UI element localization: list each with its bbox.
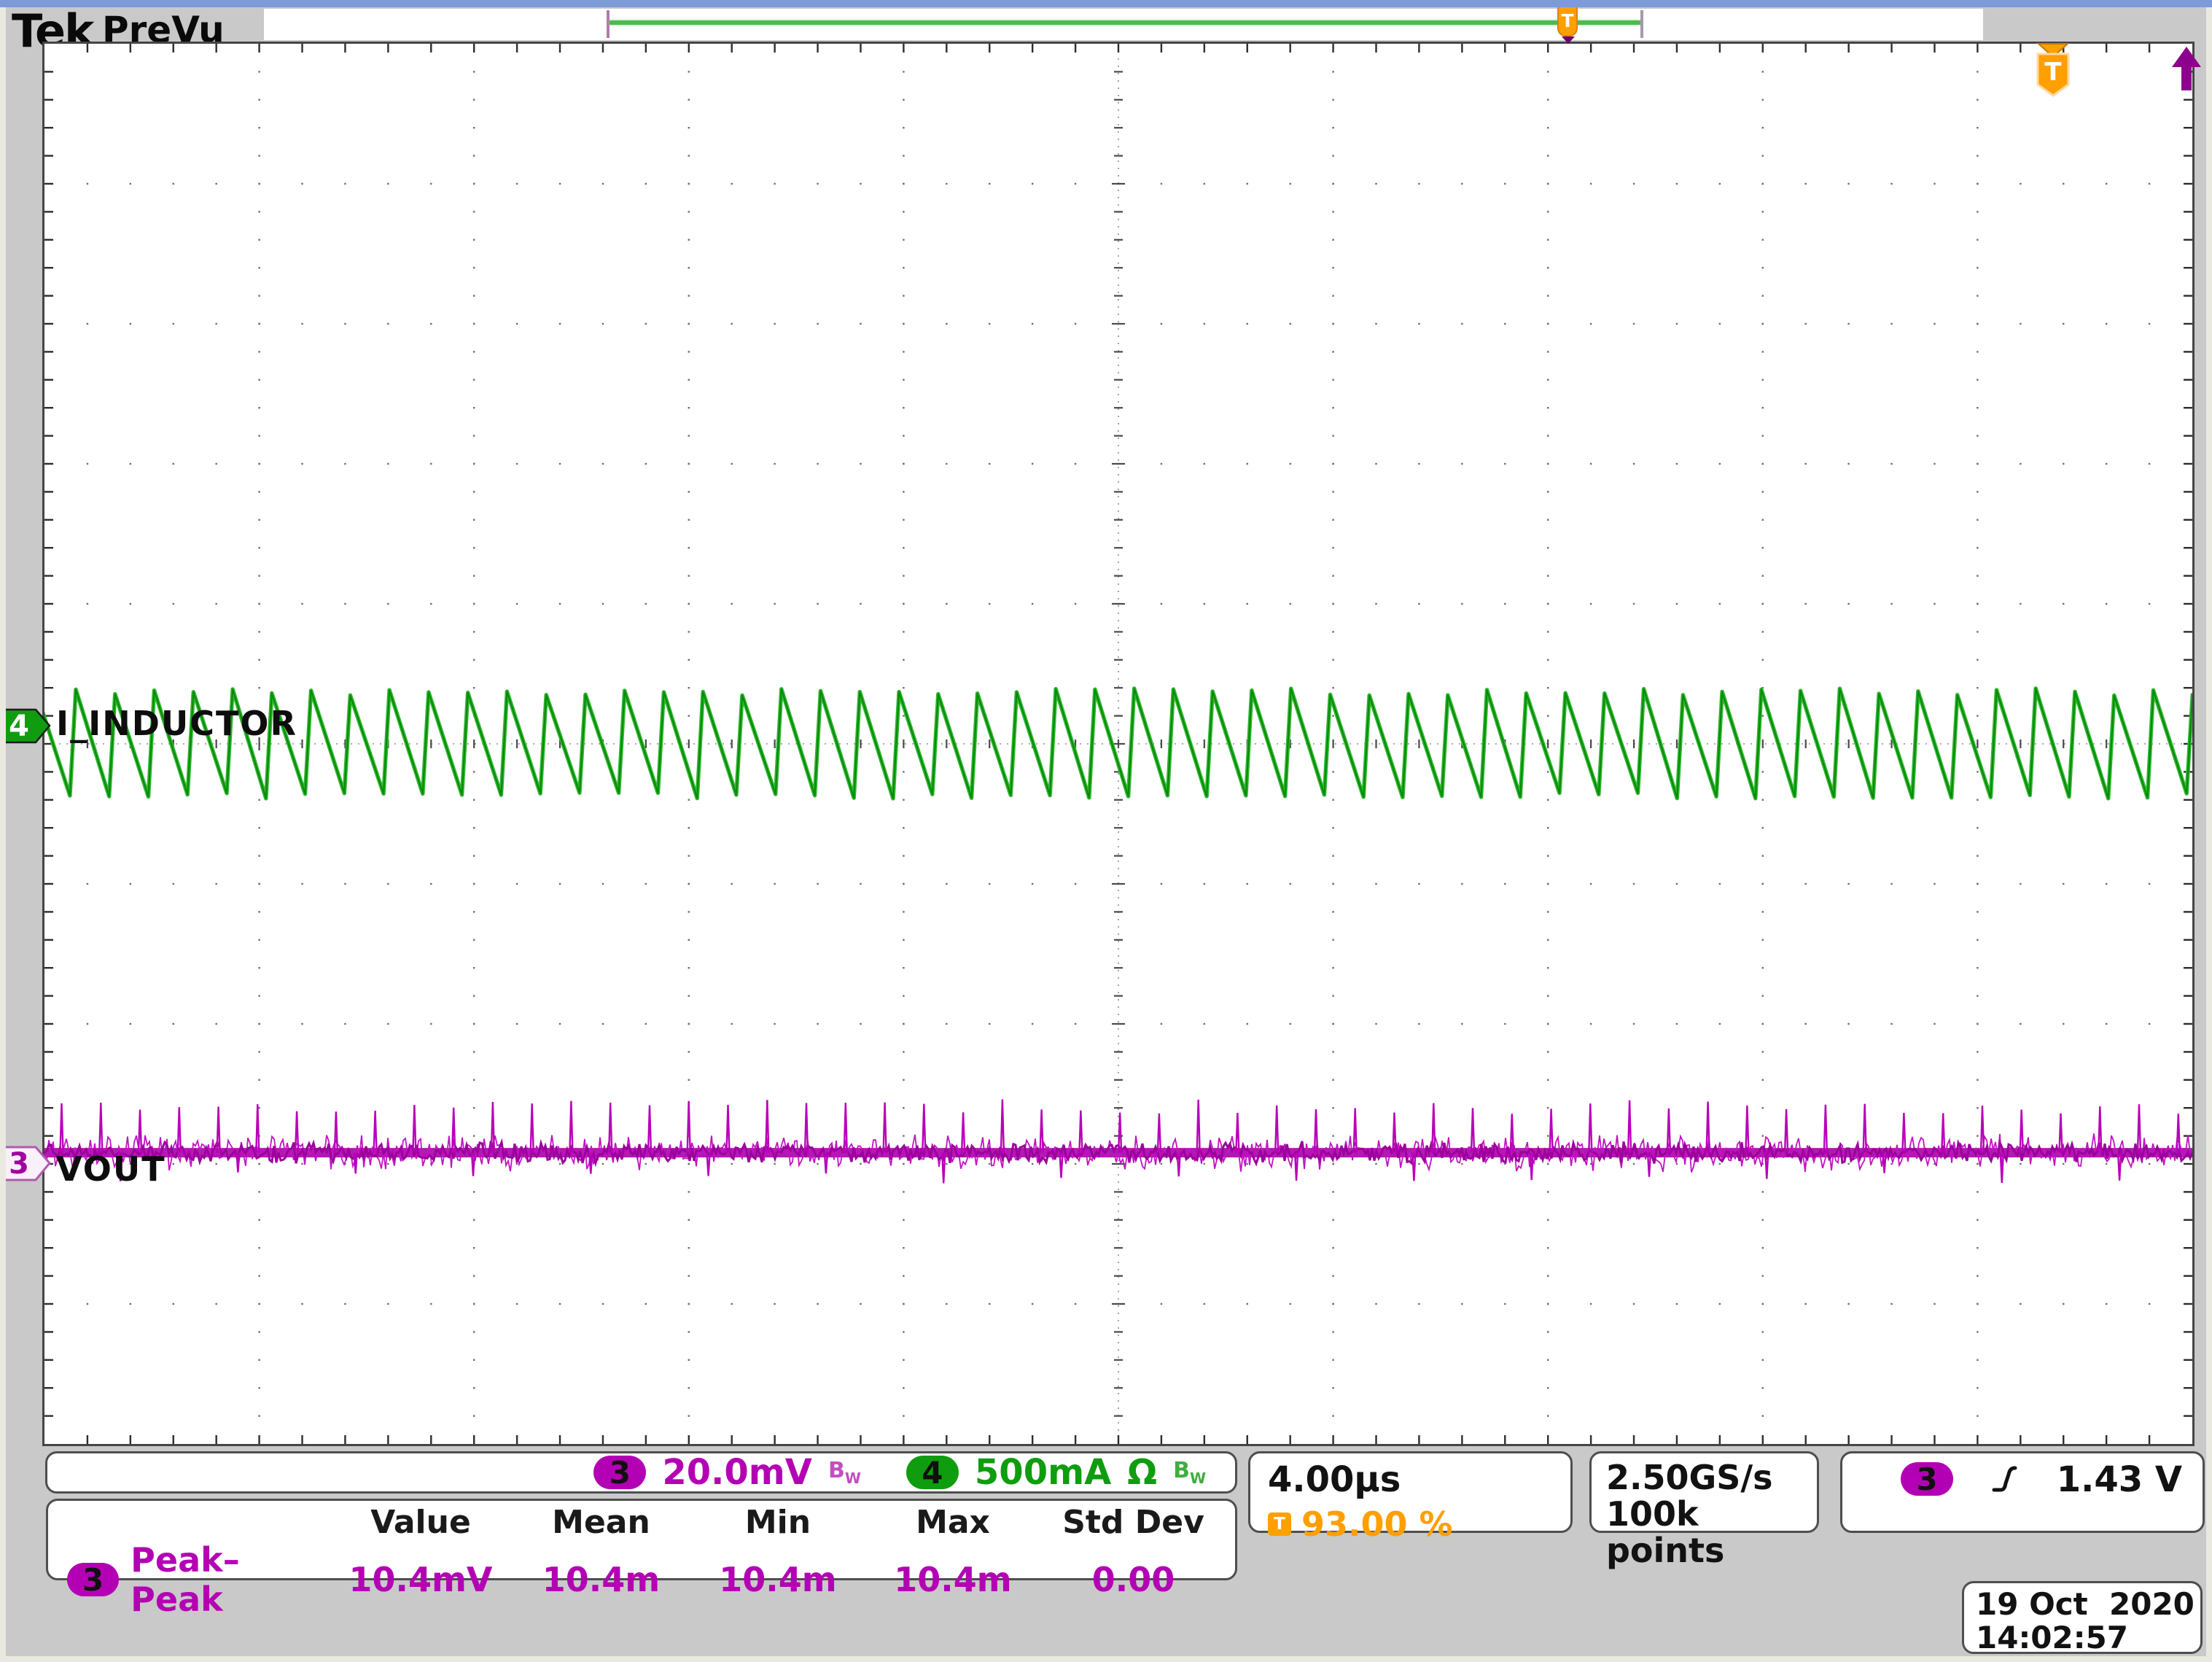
channel4-ground-marker[interactable]: 4 bbox=[2, 708, 52, 745]
channel3-bandwidth-icon: BW bbox=[828, 1460, 861, 1486]
channel4-waveform-label: I_INDUCTOR bbox=[56, 704, 297, 743]
measurement-header-mean: Mean bbox=[512, 1504, 690, 1541]
channel3-ground-marker[interactable]: 3 bbox=[2, 1146, 52, 1182]
measurement-header-max: Max bbox=[865, 1504, 1040, 1541]
trigger-flag-label: T bbox=[2044, 58, 2062, 87]
time-readout: 14:02:57 bbox=[1976, 1621, 2200, 1655]
screen-edge-left bbox=[0, 0, 6, 1662]
measurement-value: 10.4mV bbox=[330, 1560, 512, 1599]
channel3-waveform-label: VOUT bbox=[56, 1149, 166, 1189]
channel3-offscreen-arrow-icon bbox=[2170, 45, 2203, 92]
trigger-indicator-flag[interactable]: T bbox=[2032, 42, 2074, 101]
trigger-position-marker[interactable]: T bbox=[1557, 4, 1578, 36]
rising-edge-slope-icon bbox=[1991, 1464, 2017, 1496]
datetime-box: 19 Oct 2020 14:02:57 bbox=[1962, 1581, 2203, 1654]
measurement-stddev: 0.00 bbox=[1040, 1560, 1226, 1599]
trigger-level-readout: 1.43 V bbox=[2057, 1459, 2182, 1500]
record-view-panel: T bbox=[264, 9, 1983, 40]
measurement-max: 10.4m bbox=[865, 1560, 1040, 1599]
channel3-scale-readout[interactable]: 20.0mV bbox=[662, 1452, 812, 1493]
channel-scale-readout-bar[interactable]: 3 20.0mV BW 4 500mA Ω BW bbox=[45, 1451, 1237, 1494]
date-readout: 19 Oct 2020 bbox=[1976, 1588, 2200, 1621]
top-accent-line bbox=[0, 0, 2212, 7]
horizontal-readout-box[interactable]: 4.00µs T 93.00 % bbox=[1248, 1451, 1573, 1533]
screen-edge-bottom bbox=[0, 1656, 2212, 1662]
channel4-marker-number: 4 bbox=[9, 710, 29, 743]
measurement-row: 3 Peak–Peak 10.4mV 10.4m 10.4m 10.4m 0.0… bbox=[60, 1540, 1235, 1580]
measurement-header-min: Min bbox=[690, 1504, 865, 1541]
record-view-waveform-bar bbox=[610, 20, 1640, 25]
record-window-right-bracket bbox=[1640, 10, 1643, 38]
measurement-name: Peak–Peak bbox=[131, 1540, 330, 1619]
expansion-point-icon bbox=[1562, 36, 1575, 44]
trigger-position-readout: 93.00 % bbox=[1301, 1504, 1453, 1544]
trigger-position-marker-label: T bbox=[1561, 10, 1573, 31]
sample-rate-readout: 2.50GS/s bbox=[1606, 1459, 1802, 1496]
measurement-min: 10.4m bbox=[690, 1560, 865, 1599]
trigger-readout-box[interactable]: 3 1.43 V bbox=[1840, 1451, 2205, 1533]
timebase-readout: 4.00µs bbox=[1268, 1459, 1553, 1500]
measurement-header-row: Value Mean Min Max Std Dev bbox=[60, 1504, 1235, 1540]
measurement-table: Value Mean Min Max Std Dev 3 Peak–Peak 1… bbox=[46, 1499, 1237, 1580]
measurement-header-stddev: Std Dev bbox=[1040, 1504, 1226, 1541]
channel4-scale-readout[interactable]: 500mA bbox=[975, 1452, 1111, 1493]
channel4-coupling-icon: Ω bbox=[1127, 1452, 1157, 1493]
graticule: T 4 I_INDUCTOR 3 VOUT bbox=[42, 42, 2195, 1446]
trigger-source-badge: 3 bbox=[1901, 1462, 1953, 1496]
measurement-source-badge: 3 bbox=[67, 1563, 119, 1596]
oscilloscope-screen: Tek PreVu T T 4 I_INDUCTOR bbox=[0, 0, 2212, 1662]
acquisition-readout-box[interactable]: 2.50GS/s 100k points bbox=[1589, 1451, 1819, 1533]
record-length-readout: 100k points bbox=[1606, 1496, 1802, 1569]
trigger-position-icon: T bbox=[1268, 1513, 1291, 1536]
channel3-marker-number: 3 bbox=[9, 1147, 29, 1181]
measurement-mean: 10.4m bbox=[512, 1560, 690, 1599]
waveform-traces bbox=[44, 44, 2192, 1444]
screen-edge-right bbox=[2206, 0, 2212, 1662]
channel4-bandwidth-icon: BW bbox=[1173, 1460, 1206, 1486]
measurement-header-value: Value bbox=[330, 1504, 512, 1541]
channel4-badge[interactable]: 4 bbox=[906, 1456, 959, 1489]
channel3-badge[interactable]: 3 bbox=[593, 1456, 646, 1489]
